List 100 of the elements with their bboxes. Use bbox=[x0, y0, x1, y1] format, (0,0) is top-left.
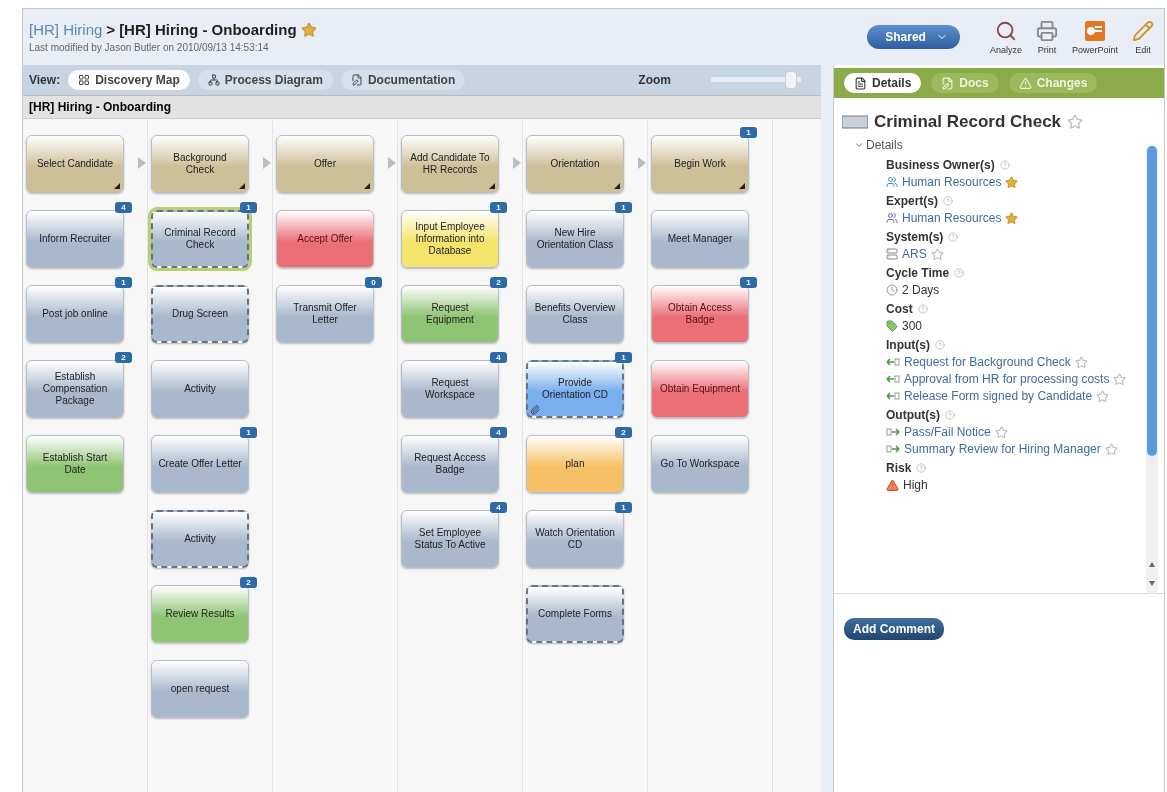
view-tab[interactable]: Discovery Map bbox=[68, 70, 190, 90]
phase-card[interactable]: Background Check bbox=[151, 135, 249, 193]
comment-badge: 1 bbox=[615, 202, 632, 213]
map-title: [HR] Hiring - Onboarding bbox=[23, 95, 821, 119]
arrow-icon bbox=[263, 157, 271, 169]
star-icon[interactable] bbox=[1005, 211, 1019, 225]
output-arrow-icon bbox=[886, 428, 900, 436]
field-label: Output(s) bbox=[886, 408, 940, 422]
toolbar-button[interactable]: Edit bbox=[1132, 19, 1154, 55]
slide-icon bbox=[1084, 19, 1106, 42]
phase-card[interactable]: Orientation bbox=[526, 135, 624, 193]
panel-title: Criminal Record Check bbox=[874, 112, 1062, 132]
star-icon[interactable] bbox=[1067, 114, 1084, 130]
slider-thumb[interactable] bbox=[785, 71, 798, 89]
field-value[interactable]: Pass/Fail Notice bbox=[904, 425, 991, 439]
tag-icon bbox=[886, 320, 898, 332]
server-icon bbox=[886, 248, 898, 260]
add-comment-button[interactable]: Add Comment bbox=[844, 618, 944, 640]
activity-card[interactable]: Criminal Record Check bbox=[151, 210, 249, 268]
activity-card[interactable]: Drug Screen bbox=[151, 285, 249, 343]
edit-document-icon bbox=[350, 74, 363, 86]
activity-card[interactable]: New Hire Orientation Class bbox=[526, 210, 624, 268]
activity-card[interactable]: Obtain Equipment bbox=[651, 360, 749, 418]
activity-card[interactable]: Establish Compensation Package bbox=[26, 360, 124, 418]
activity-card[interactable]: Activity bbox=[151, 510, 249, 568]
activity-card[interactable]: Benefits Overview Class bbox=[526, 285, 624, 343]
star-icon[interactable] bbox=[994, 425, 1008, 439]
comment-badge: 1 bbox=[240, 427, 257, 438]
comment-badge: 1 bbox=[240, 202, 257, 213]
breadcrumb-separator: > bbox=[106, 21, 116, 38]
activity-card[interactable]: Activity bbox=[151, 360, 249, 418]
toolbar-button[interactable]: Analyze bbox=[989, 19, 1022, 55]
corner-icon bbox=[239, 183, 245, 189]
star-icon[interactable] bbox=[1096, 389, 1110, 403]
activity-card[interactable]: Review Results bbox=[151, 585, 249, 643]
activity-card[interactable]: Set Employee Status To Active bbox=[401, 510, 499, 568]
activity-card[interactable]: Obtain Access Badge bbox=[651, 285, 749, 343]
arrow-icon bbox=[138, 157, 146, 169]
phase-card[interactable]: Add Candidate To HR Records bbox=[401, 135, 499, 193]
people-icon bbox=[886, 176, 898, 188]
printer-icon bbox=[1035, 19, 1058, 42]
field-value: High bbox=[903, 478, 928, 492]
field-value[interactable]: Human Resources bbox=[902, 175, 1002, 189]
phase-card[interactable]: Offer bbox=[276, 135, 374, 193]
view-label: View: bbox=[29, 73, 61, 87]
shared-dropdown[interactable]: Shared bbox=[867, 25, 960, 49]
comment-badge: 4 bbox=[490, 502, 507, 513]
star-icon[interactable] bbox=[1104, 442, 1118, 456]
view-tab[interactable]: Process Diagram bbox=[197, 70, 333, 90]
view-tab[interactable]: Documentation bbox=[340, 70, 466, 90]
activity-card[interactable]: Accept Offer bbox=[276, 210, 374, 268]
input-arrow-icon bbox=[886, 392, 900, 400]
corner-icon bbox=[114, 183, 120, 189]
activity-card[interactable]: Provide Orientation CD bbox=[526, 360, 624, 418]
activity-card[interactable]: Establish Start Date bbox=[26, 435, 124, 493]
activity-card[interactable]: Create Offer Letter bbox=[151, 435, 249, 493]
activity-card[interactable]: Request Workspace bbox=[401, 360, 499, 418]
activity-card[interactable]: Request Access Badge bbox=[401, 435, 499, 493]
activity-card[interactable]: Meet Manager bbox=[651, 210, 749, 268]
edit-document-icon bbox=[941, 76, 955, 90]
corner-icon bbox=[364, 183, 370, 189]
activity-card[interactable]: open request bbox=[151, 660, 249, 718]
phase-card[interactable]: Select Candidate bbox=[26, 135, 124, 193]
phase-card[interactable]: Begin Work bbox=[651, 135, 749, 193]
star-icon[interactable] bbox=[1074, 355, 1088, 369]
activity-card[interactable]: plan bbox=[526, 435, 624, 493]
last-modified-text: Last modified by Jason Butler on 2010/09/13 14:53:14 bbox=[29, 42, 270, 53]
activity-card[interactable]: Go To Workspace bbox=[651, 435, 749, 493]
comment-badge: 4 bbox=[115, 202, 132, 213]
comment-badge: 1 bbox=[615, 352, 632, 363]
activity-card[interactable]: Watch Orientation CD bbox=[526, 510, 624, 568]
field-value[interactable]: Approval from HR for processing costs bbox=[904, 372, 1110, 386]
toolbar-button[interactable]: Print bbox=[1035, 19, 1058, 55]
activity-card[interactable]: Request Equipment bbox=[401, 285, 499, 343]
help-icon bbox=[916, 463, 927, 473]
activity-card[interactable]: Transmit Offer Letter bbox=[276, 285, 374, 343]
grid-icon bbox=[78, 74, 91, 86]
star-icon[interactable] bbox=[930, 247, 944, 261]
toolbar-button[interactable]: PowerPoint bbox=[1071, 19, 1118, 55]
activity-card[interactable]: Post job online bbox=[26, 285, 124, 343]
activity-card[interactable]: Input Employee Information into Database bbox=[401, 210, 499, 268]
comment-badge: 1 bbox=[740, 277, 757, 288]
arrow-icon bbox=[513, 157, 521, 169]
star-icon[interactable] bbox=[1113, 372, 1127, 386]
star-icon[interactable] bbox=[300, 21, 317, 38]
comment-badge: 2 bbox=[615, 427, 632, 438]
star-icon[interactable] bbox=[1005, 175, 1019, 189]
field-value[interactable]: Summary Review for Hiring Manager bbox=[904, 442, 1101, 456]
field-value[interactable]: Release Form signed by Candidate bbox=[904, 389, 1093, 403]
corner-icon bbox=[614, 183, 620, 189]
details-toggle[interactable]: Details bbox=[854, 138, 903, 152]
panel-tab[interactable]: Details bbox=[844, 73, 922, 93]
comment-badge: 1 bbox=[115, 277, 132, 288]
field-value[interactable]: Request for Background Check bbox=[904, 355, 1071, 369]
input-arrow-icon bbox=[886, 375, 900, 383]
comment-badge: 4 bbox=[490, 352, 507, 363]
field-value[interactable]: Human Resources bbox=[902, 211, 1002, 225]
activity-card[interactable]: Inform Recruiter bbox=[26, 210, 124, 268]
field-value[interactable]: ARS bbox=[902, 247, 927, 261]
activity-card[interactable]: Complete Forms bbox=[526, 585, 624, 643]
